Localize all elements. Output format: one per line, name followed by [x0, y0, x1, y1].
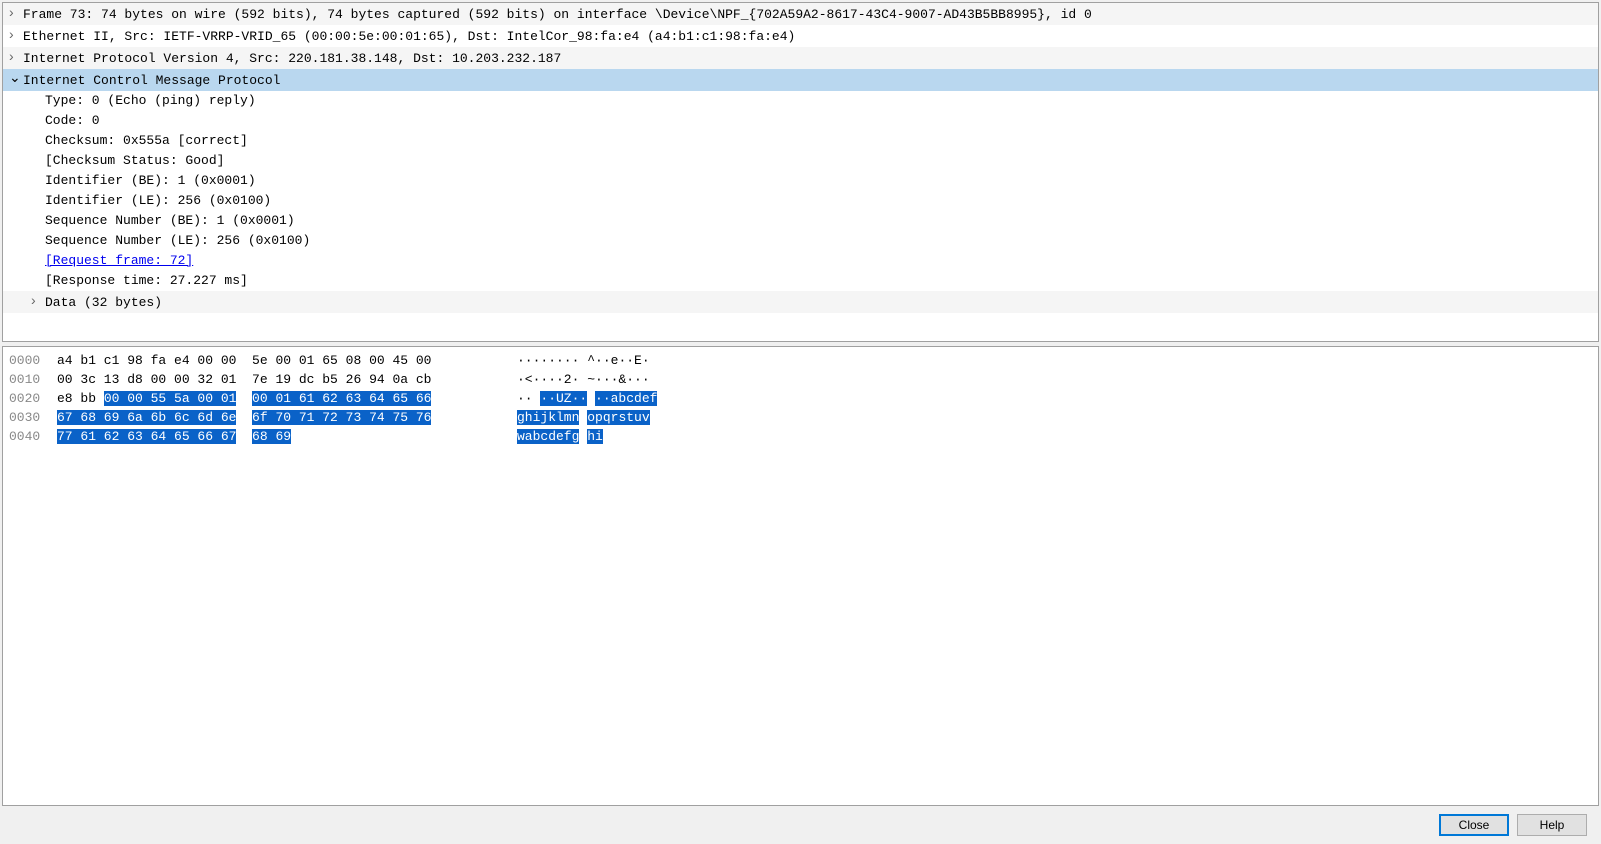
- dialog-button-bar: Close Help: [2, 806, 1599, 842]
- request-frame-link[interactable]: [Request frame: 72]: [45, 253, 193, 268]
- hex-row: 0010 00 3c 13 d8 00 00 32 01 7e 19 dc b5…: [9, 370, 1592, 389]
- hex-offset: 0010: [9, 370, 57, 389]
- frame-text: Frame 73: 74 bytes on wire (592 bits), 7…: [23, 7, 1092, 22]
- hex-ascii: ·<····2· ~···&···: [497, 370, 650, 389]
- hex-offset: 0000: [9, 351, 57, 370]
- icmp-id-be[interactable]: Identifier (BE): 1 (0x0001): [3, 171, 1598, 191]
- hex-row: 0040 77 61 62 63 64 65 66 67 68 69 wabcd…: [9, 427, 1592, 446]
- help-button[interactable]: Help: [1517, 814, 1587, 836]
- tree-icmp[interactable]: Internet Control Message Protocol: [3, 69, 1598, 91]
- icmp-header-text: Internet Control Message Protocol: [23, 73, 280, 88]
- hex-bytes: 67 68 69 6a 6b 6c 6d 6e 6f 70 71 72 73 7…: [57, 408, 497, 427]
- hex-row: 0000 a4 b1 c1 98 fa e4 00 00 5e 00 01 65…: [9, 351, 1592, 370]
- icmp-id-le[interactable]: Identifier (LE): 256 (0x0100): [3, 191, 1598, 211]
- hex-row: 0020 e8 bb 00 00 55 5a 00 01 00 01 61 62…: [9, 389, 1592, 408]
- hex-offset: 0040: [9, 427, 57, 446]
- icmp-seq-le[interactable]: Sequence Number (LE): 256 (0x0100): [3, 231, 1598, 251]
- hex-ascii: wabcdefg hi: [497, 427, 603, 446]
- packet-details-panel[interactable]: Frame 73: 74 bytes on wire (592 bits), 7…: [2, 2, 1599, 342]
- tree-frame[interactable]: Frame 73: 74 bytes on wire (592 bits), 7…: [3, 3, 1598, 25]
- icmp-data[interactable]: Data (32 bytes): [3, 291, 1598, 313]
- icmp-code[interactable]: Code: 0: [3, 111, 1598, 131]
- hex-offset: 0020: [9, 389, 57, 408]
- tree-ethernet[interactable]: Ethernet II, Src: IETF-VRRP-VRID_65 (00:…: [3, 25, 1598, 47]
- icmp-seq-be[interactable]: Sequence Number (BE): 1 (0x0001): [3, 211, 1598, 231]
- hex-offset: 0030: [9, 408, 57, 427]
- hex-ascii: ·· ··UZ·· ··abcdef: [497, 389, 657, 408]
- icmp-checksum-status[interactable]: [Checksum Status: Good]: [3, 151, 1598, 171]
- hex-bytes: e8 bb 00 00 55 5a 00 01 00 01 61 62 63 6…: [57, 389, 497, 408]
- hex-bytes: a4 b1 c1 98 fa e4 00 00 5e 00 01 65 08 0…: [57, 351, 497, 370]
- icmp-request-frame[interactable]: [Request frame: 72]: [3, 251, 1598, 271]
- hex-ascii: ghijklmn opqrstuv: [497, 408, 650, 427]
- close-button[interactable]: Close: [1439, 814, 1509, 836]
- tree-ip[interactable]: Internet Protocol Version 4, Src: 220.18…: [3, 47, 1598, 69]
- icmp-response-time[interactable]: [Response time: 27.227 ms]: [3, 271, 1598, 291]
- ethernet-text: Ethernet II, Src: IETF-VRRP-VRID_65 (00:…: [23, 29, 795, 44]
- hex-bytes: 00 3c 13 d8 00 00 32 01 7e 19 dc b5 26 9…: [57, 370, 497, 389]
- hex-dump-panel[interactable]: 0000 a4 b1 c1 98 fa e4 00 00 5e 00 01 65…: [2, 346, 1599, 806]
- ip-text: Internet Protocol Version 4, Src: 220.18…: [23, 51, 561, 66]
- icmp-type[interactable]: Type: 0 (Echo (ping) reply): [3, 91, 1598, 111]
- icmp-checksum[interactable]: Checksum: 0x555a [correct]: [3, 131, 1598, 151]
- hex-bytes: 77 61 62 63 64 65 66 67 68 69: [57, 427, 497, 446]
- hex-row: 0030 67 68 69 6a 6b 6c 6d 6e 6f 70 71 72…: [9, 408, 1592, 427]
- hex-ascii: ········ ^··e··E·: [497, 351, 650, 370]
